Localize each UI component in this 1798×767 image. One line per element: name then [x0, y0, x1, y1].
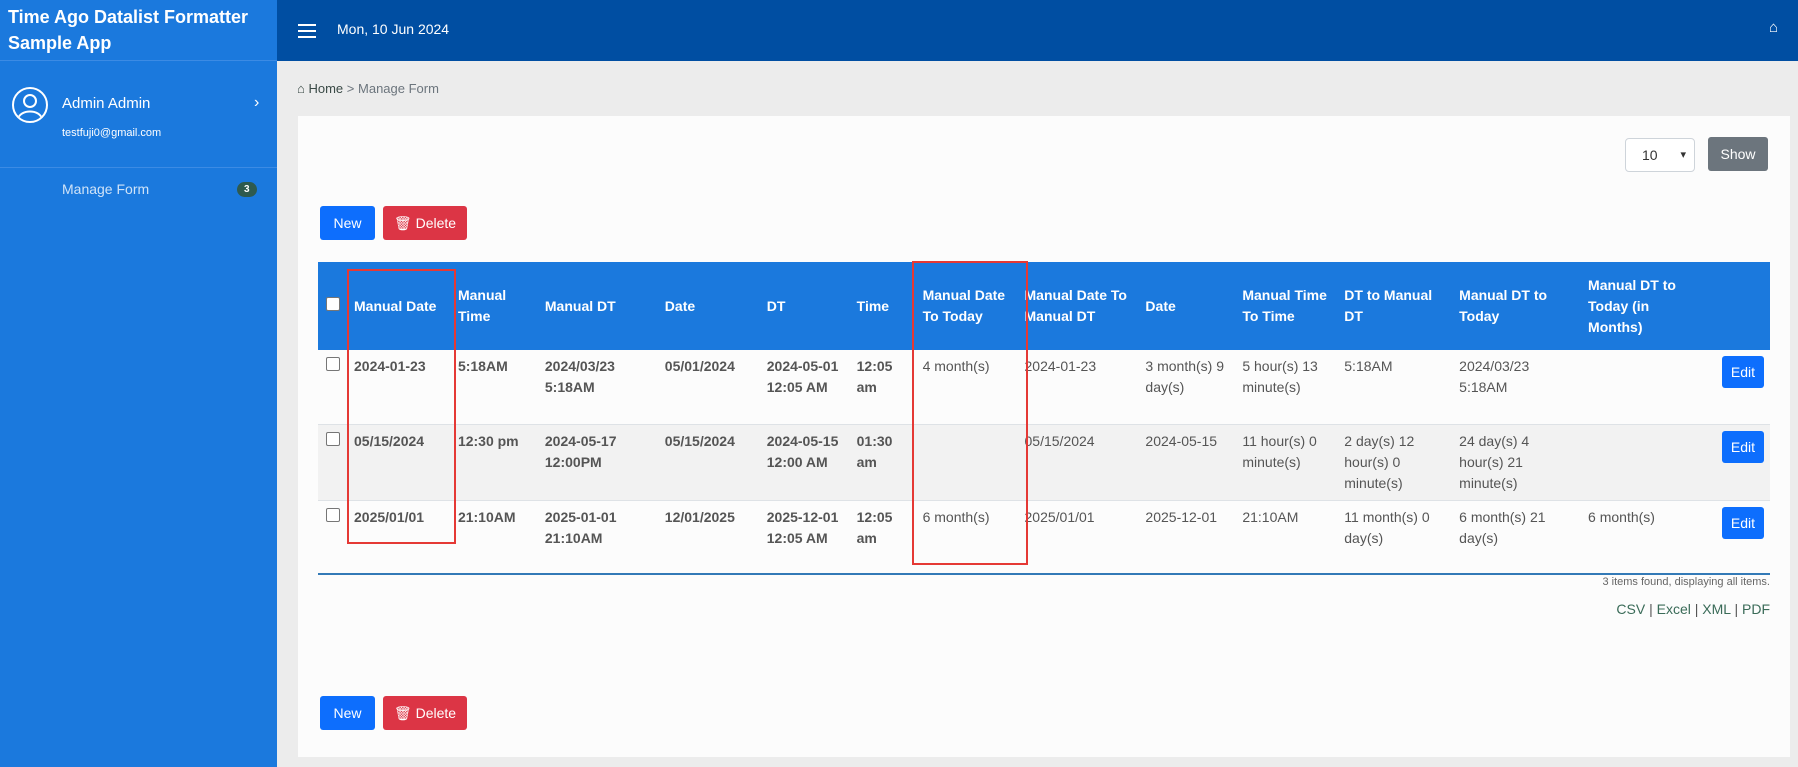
table-cell: 5 hour(s) 13 minute(s) — [1234, 350, 1337, 425]
table-cell: 05/01/2024 — [656, 350, 759, 425]
content-card: 10 ▾ Show New 🗑 Delete Manual Date Manual… — [298, 116, 1790, 757]
table-cell: 12/01/2025 — [656, 500, 759, 575]
table-cell: 11 hour(s) 0 minute(s) — [1234, 424, 1337, 501]
table-cell: 5:18AM — [1336, 350, 1452, 425]
column-header[interactable]: Manual Time — [449, 262, 537, 350]
highlight-box-manual-date-to-today — [912, 261, 1028, 565]
user-name: Admin Admin — [62, 95, 151, 112]
current-date: Mon, 10 Jun 2024 — [337, 21, 450, 37]
table-cell: 2024-05-01 12:05 AM — [758, 350, 849, 425]
column-header[interactable]: Manual DT to Today — [1451, 262, 1581, 350]
table-cell: 12:05 am — [848, 350, 915, 425]
table-cell: 2024-05-15 12:00 AM — [758, 424, 849, 501]
delete-button-bottom[interactable]: 🗑 Delete — [383, 696, 467, 730]
user-email: testfuji0@gmail.com — [62, 127, 162, 139]
row-checkbox[interactable] — [326, 507, 340, 522]
table-cell: 2025-12-01 — [1137, 500, 1235, 575]
edit-button[interactable]: Edit — [1721, 356, 1764, 388]
row-checkbox[interactable] — [326, 431, 340, 446]
home-icon[interactable]: ⌂ — [1769, 19, 1778, 36]
chevron-right-icon[interactable]: › — [254, 95, 259, 111]
export-links: CSV | Excel | XML | PDF — [1616, 601, 1770, 617]
edit-button[interactable]: Edit — [1721, 506, 1764, 539]
chevron-down-icon: ▾ — [1680, 149, 1686, 161]
export-xml-link[interactable]: XML — [1702, 601, 1730, 617]
table-cell: 2024/03/23 5:18AM — [536, 350, 657, 425]
new-button[interactable]: New — [320, 206, 375, 240]
table-row: 05/15/2024 12:30 pm 2024-05-17 12:00PM 0… — [318, 424, 1770, 501]
count-badge: 3 — [237, 182, 257, 197]
table-cell: 21:10AM — [1234, 500, 1337, 575]
table-cell: 01:30 am — [848, 424, 915, 501]
column-header[interactable]: Manual DT — [536, 262, 657, 350]
export-pdf-link[interactable]: PDF — [1742, 601, 1770, 617]
breadcrumb-separator: > — [346, 81, 355, 96]
table-cell: 2024-05-15 — [1137, 424, 1235, 501]
app-title[interactable]: Time Ago Datalist Formatter Sample App — [0, 0, 277, 61]
table-cell: 2024/03/23 5:18AM — [1451, 350, 1581, 425]
table-cell: 2025-12-01 12:05 AM — [758, 500, 849, 575]
trash-icon: 🗑 — [393, 705, 412, 721]
delete-button[interactable]: 🗑 Delete — [383, 206, 467, 240]
export-csv-link[interactable]: CSV — [1616, 601, 1645, 617]
breadcrumb: ⌂ Home > Manage Form — [297, 81, 439, 96]
home-icon: ⌂ — [297, 81, 305, 96]
table-cell: 2024-05-17 12:00PM — [536, 424, 657, 501]
column-header[interactable]: Date — [1137, 262, 1235, 350]
table-cell — [1580, 350, 1697, 425]
table-cell: 12:05 am — [848, 500, 915, 575]
new-button-bottom[interactable]: New — [320, 696, 375, 730]
table-cell: 05/15/2024 — [656, 424, 759, 501]
sidebar-item-manage-form[interactable]: Manage Form 3 — [0, 177, 277, 203]
sidebar: Time Ago Datalist Formatter Sample App A… — [0, 0, 277, 767]
column-header[interactable]: Manual Date To Manual DT — [1016, 262, 1138, 350]
data-table: Manual Date Manual Time Manual DT Date D… — [318, 262, 1770, 575]
select-all-checkbox[interactable] — [326, 296, 340, 311]
table-cell: 05/15/2024 — [1016, 424, 1138, 501]
table-cell: 6 month(s) 21 day(s) — [1451, 500, 1581, 575]
export-excel-link[interactable]: Excel — [1657, 601, 1691, 617]
table-row: 2025/01/01 21:10AM 2025-01-01 21:10AM 12… — [318, 500, 1770, 575]
column-header[interactable]: Date — [656, 262, 759, 350]
page-size-select[interactable]: 10 ▾ — [1625, 138, 1695, 172]
table-cell: 24 day(s) 4 hour(s) 21 minute(s) — [1451, 424, 1581, 501]
sidebar-item-label: Manage Form — [62, 181, 150, 197]
table-cell: 5:18AM — [449, 350, 537, 425]
table-cell: 21:10AM — [449, 500, 537, 575]
breadcrumb-current: Manage Form — [358, 81, 439, 96]
user-avatar-icon — [12, 87, 48, 123]
top-bar: Mon, 10 Jun 2024 ⌂ — [277, 0, 1798, 61]
menu-toggle-icon[interactable] — [298, 24, 316, 38]
breadcrumb-home[interactable]: ⌂ Home — [297, 81, 343, 96]
table-cell: 11 month(s) 0 day(s) — [1336, 500, 1452, 575]
table-cell: 2024-01-23 — [1016, 350, 1138, 425]
table-row: 2024-01-23 5:18AM 2024/03/23 5:18AM 05/0… — [318, 350, 1770, 425]
table-cell — [1580, 424, 1697, 501]
table-cell: 2025/01/01 — [1016, 500, 1138, 575]
items-found-text: 3 items found, displaying all items. — [1602, 576, 1770, 588]
row-checkbox[interactable] — [326, 357, 340, 371]
table-cell: 12:30 pm — [449, 424, 537, 501]
table-cell: 6 month(s) — [1580, 500, 1697, 575]
column-header[interactable]: Manual DT to Today (in Months) — [1580, 262, 1697, 350]
edit-button[interactable]: Edit — [1721, 430, 1764, 463]
user-panel[interactable]: Admin Admin testfuji0@gmail.com › — [0, 61, 277, 168]
column-header[interactable]: DT to Manual DT — [1336, 262, 1452, 350]
column-header[interactable]: Manual Time To Time — [1234, 262, 1337, 350]
column-header[interactable]: Time — [848, 262, 915, 350]
table-header-row: Manual Date Manual Time Manual DT Date D… — [318, 262, 1770, 350]
show-button[interactable]: Show — [1708, 137, 1768, 171]
column-header[interactable]: DT — [758, 262, 849, 350]
highlight-box-manual-date — [347, 269, 456, 544]
table-cell: 3 month(s) 9 day(s) — [1137, 350, 1235, 425]
trash-icon: 🗑 — [393, 215, 412, 231]
table-cell: 2025-01-01 21:10AM — [536, 500, 657, 575]
table-cell: 2 day(s) 12 hour(s) 0 minute(s) — [1336, 424, 1452, 501]
